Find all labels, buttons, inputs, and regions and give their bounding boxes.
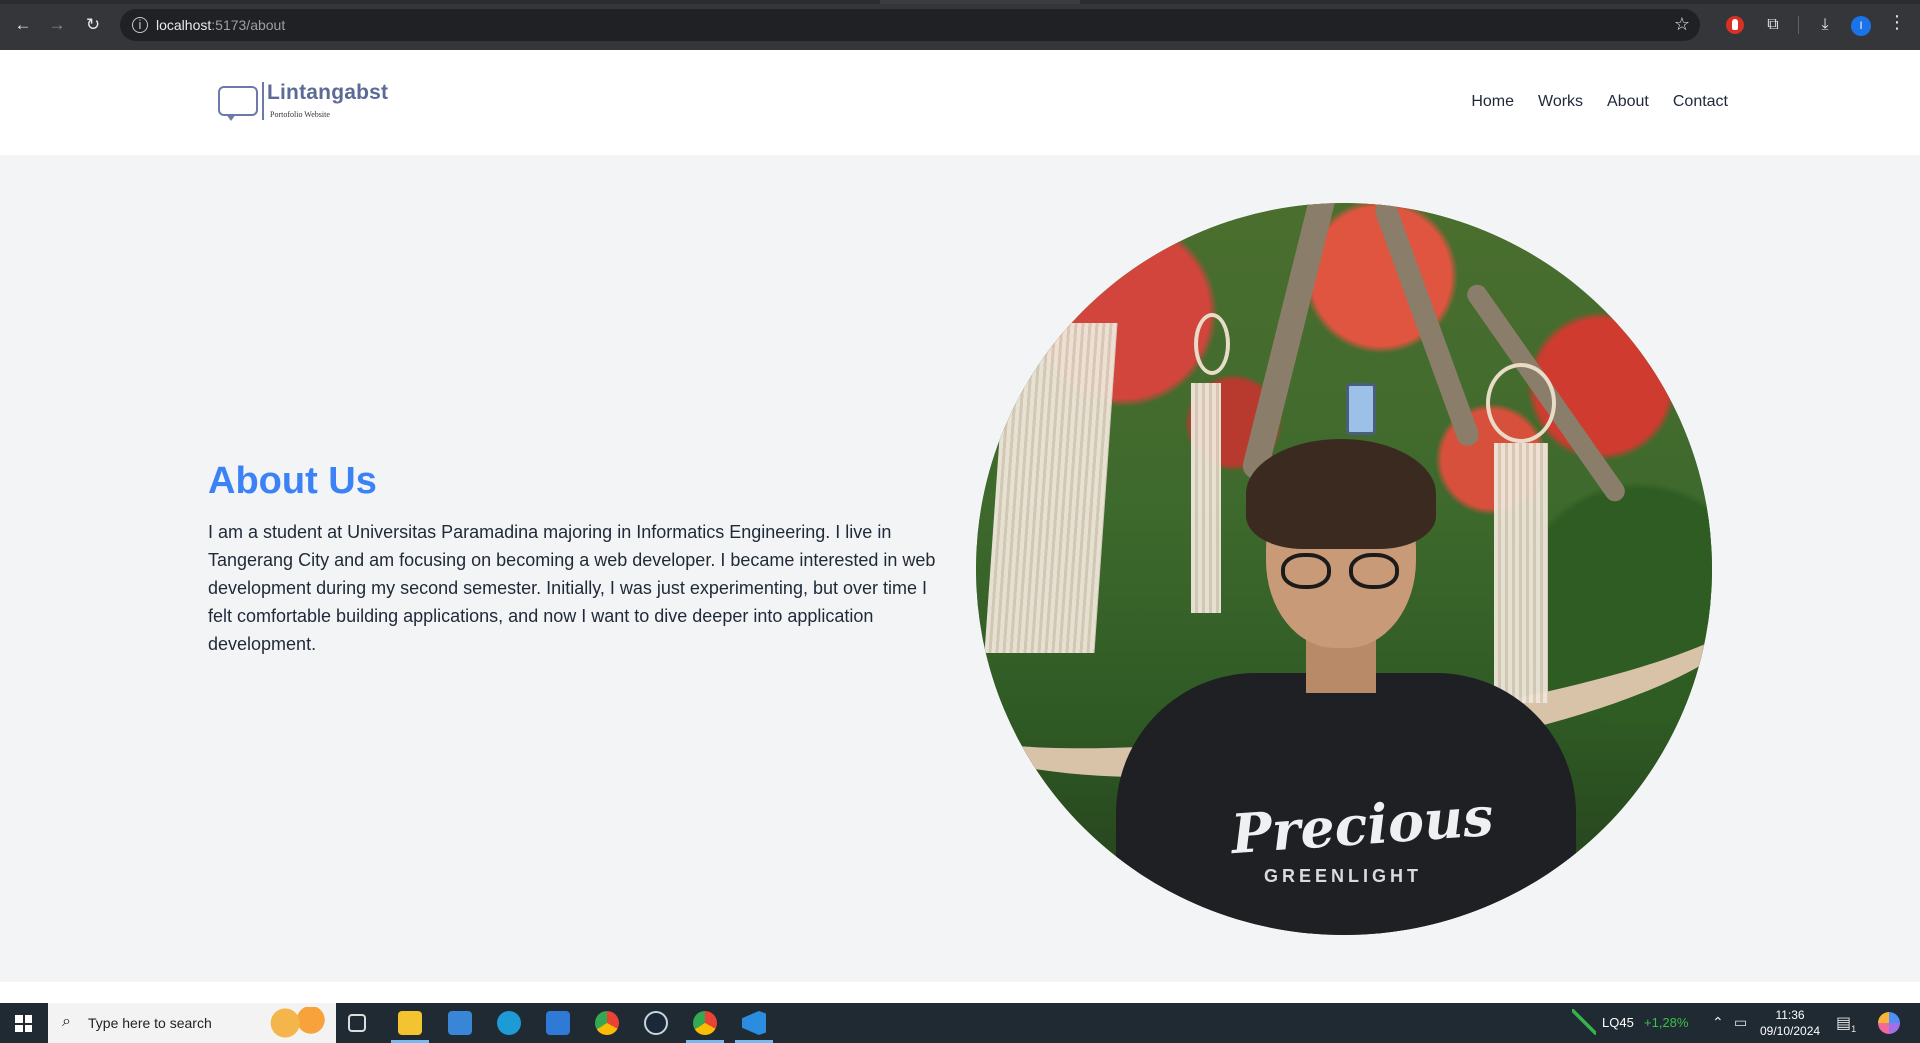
chrome-profile-icon[interactable] (693, 1011, 717, 1035)
page-footer-strip (0, 982, 1920, 1003)
windows-taskbar: ⌕ Type here to search LQ45 +1,28% ⌃ ▭ 11… (0, 1003, 1920, 1043)
tab-strip (0, 0, 1920, 4)
network-icon[interactable]: ▭ (1734, 1014, 1747, 1043)
microsoft-store-icon[interactable] (448, 1011, 472, 1035)
toolbar-divider (1798, 16, 1799, 34)
person-hair (1246, 439, 1436, 549)
puzzle-icon[interactable]: ⧉ (1760, 12, 1786, 38)
chat-bubble-tail (226, 114, 236, 121)
profile-icon[interactable]: I (1851, 16, 1871, 36)
trend-up-icon (1572, 1009, 1596, 1035)
brand-name: Lintangabst (267, 81, 389, 104)
url-host: localhost (156, 17, 212, 33)
site-header: Lintangabst Portofolio Website Home Work… (0, 50, 1920, 155)
nav-home[interactable]: Home (1471, 93, 1514, 111)
search-icon: ⌕ (62, 1013, 71, 1030)
url-path: :5173/about (211, 17, 286, 33)
brand-tagline: Portofolio Website (270, 110, 330, 119)
dreamcatcher-small (1194, 313, 1230, 375)
browser-toolbar: ← → ↻ i localhost:5173/about ☆ ⧉ ⤓ I ⋮ (0, 0, 1920, 50)
ticker-value: +1,28% (1644, 1015, 1689, 1030)
task-view-icon[interactable] (348, 1014, 366, 1032)
back-button[interactable]: ← (10, 12, 36, 38)
profile-photo: Precious GREENLIGHT (976, 203, 1712, 935)
star-icon[interactable]: ☆ (1674, 14, 1690, 35)
url-text[interactable]: localhost:5173/about (156, 17, 285, 33)
nav-works[interactable]: Works (1538, 93, 1583, 111)
glasses-right (1349, 553, 1399, 589)
file-explorer-icon[interactable] (398, 1011, 422, 1035)
about-description: I am a student at Universitas Paramadina… (208, 522, 936, 654)
edge-icon[interactable] (497, 1011, 521, 1035)
site-logo[interactable]: Lintangabst Portofolio Website (218, 81, 398, 124)
about-title: About Us (208, 460, 377, 502)
shirt-print-subtext: GREENLIGHT (1264, 866, 1423, 886)
mail-icon[interactable] (546, 1011, 570, 1035)
chevron-up-icon[interactable]: ⌃ (1712, 1014, 1724, 1043)
notification-count: 1 (1851, 1024, 1857, 1035)
search-placeholder: Type here to search (88, 1015, 212, 1031)
nav-about[interactable]: About (1607, 93, 1649, 111)
download-icon[interactable]: ⤓ (1812, 12, 1838, 38)
start-button[interactable] (0, 1003, 48, 1043)
info-icon[interactable]: i (130, 15, 150, 35)
page-content: Lintangabst Portofolio Website Home Work… (0, 50, 1920, 1003)
clock-time: 11:36 (1775, 1008, 1805, 1022)
windows-logo-icon (15, 1015, 32, 1032)
main-nav: Home Works About Contact (1471, 93, 1728, 111)
reload-button[interactable]: ↻ (80, 12, 106, 38)
chrome-icon[interactable] (595, 1011, 619, 1035)
address-bar[interactable]: i localhost:5173/about ☆ (120, 9, 1700, 41)
lantern (1346, 383, 1376, 435)
tab-edge (880, 0, 1080, 4)
macrame-middle (1191, 383, 1221, 613)
steam-icon[interactable] (644, 1011, 668, 1035)
extension-red-icon[interactable] (1726, 16, 1744, 34)
clock-date: 09/10/2024 (1760, 1024, 1821, 1038)
notification-icon[interactable]: ▤1 (1836, 1013, 1856, 1043)
macrame-left (984, 323, 1118, 653)
chat-bubble-icon (218, 86, 258, 116)
copilot-icon[interactable] (1878, 1012, 1900, 1034)
nav-contact[interactable]: Contact (1673, 93, 1728, 111)
ticker-label: LQ45 (1602, 1015, 1634, 1030)
glasses-left (1281, 553, 1331, 589)
search-highlight-icon (266, 1007, 330, 1039)
menu-kebab-icon[interactable]: ⋮ (1888, 12, 1906, 33)
logo-divider (262, 82, 264, 120)
system-clock[interactable]: 11:36 09/10/2024 (1760, 1007, 1820, 1039)
macrame-right (1494, 443, 1548, 703)
dreamcatcher-right (1486, 363, 1556, 443)
forward-button[interactable]: → (44, 12, 70, 38)
taskbar-search[interactable]: ⌕ Type here to search (48, 1003, 336, 1043)
stock-widget[interactable]: LQ45 +1,28% (1572, 1003, 1712, 1043)
vscode-icon[interactable] (742, 1011, 766, 1035)
